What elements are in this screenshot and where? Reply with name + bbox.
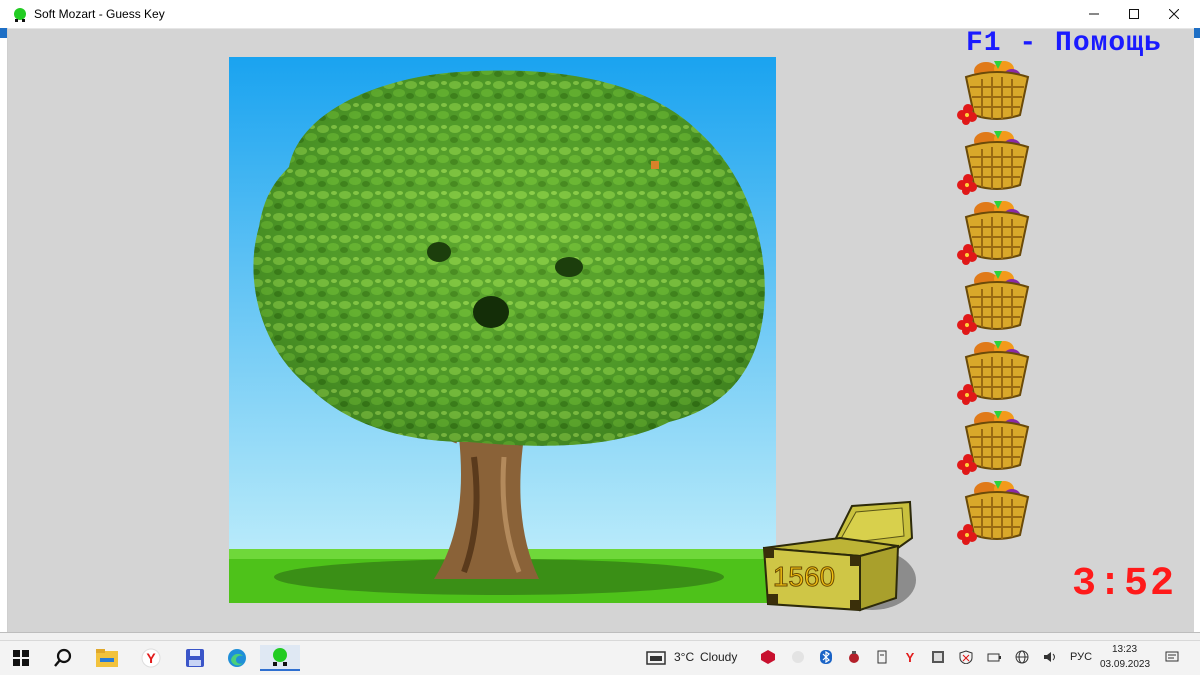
svg-text:Y: Y [146,650,156,666]
tray-antivirus[interactable] [760,649,776,665]
windows-start-icon [13,650,29,666]
fruit-basket-icon [957,411,1030,475]
notifications-button[interactable] [1164,649,1180,665]
treasure-chest [762,500,916,612]
tray-network[interactable] [1014,649,1030,665]
taskbar-soft-mozart[interactable] [260,645,300,671]
taskbar-yandex-browser[interactable]: Y [138,645,164,671]
language-indicator[interactable]: РУС [1070,651,1092,663]
weather-description[interactable]: Cloudy [700,650,737,664]
maximize-icon [1129,9,1139,19]
tray-security[interactable] [958,649,974,665]
tray-app-circle[interactable] [790,649,806,665]
cloud-weather-icon [646,651,666,665]
soft-mozart-app-icon [14,8,26,22]
countdown-timer: 3:52 [1072,562,1177,607]
battery-plug-icon [987,653,1001,662]
bluetooth-icon [820,650,832,664]
security-shield-icon [959,650,973,664]
window-title: Soft Mozart - Guess Key [34,7,165,21]
edge-browser-icon [228,649,246,667]
title-bar[interactable]: Soft Mozart - Guess Key [0,0,1200,29]
game-scene-tree[interactable] [229,57,776,603]
fruit-basket-icon [957,481,1030,545]
search-icon [54,648,72,667]
taskbar-file-explorer[interactable] [94,645,120,671]
yandex-browser-icon: Y [141,648,161,668]
close-button[interactable] [1154,0,1194,28]
fruit-basket-icon [957,271,1030,335]
fruit-basket-icon [957,131,1030,195]
background-window-edge-left [0,28,8,636]
file-explorer-icon [96,649,118,667]
minimize-button[interactable] [1074,0,1114,28]
clock-time[interactable]: 13:23 [1112,644,1137,655]
tray-yandex[interactable]: Y [902,649,918,665]
tray-window[interactable] [930,649,946,665]
shield-red-icon [761,650,775,664]
app-window: Soft Mozart - Guess Key F1 - Помощь 1560… [0,0,1200,641]
device-icon [877,650,887,664]
help-hint: F1 - Помощь [966,28,1162,59]
svg-text:Y: Y [906,650,915,664]
globe-network-icon [1015,650,1029,664]
background-window-edge-right [1194,28,1200,636]
yandex-icon: Y [906,650,915,664]
taskbar-edge-browser[interactable] [224,645,250,671]
taskbar: Y 3°C Cloudy Y РУС 13:23 03.09.2023 [0,640,1200,675]
tray-bluetooth[interactable] [818,649,834,665]
tray-app-red[interactable] [846,649,862,665]
fruit-basket-icon [957,201,1030,265]
fruit-basket-icon [957,61,1030,125]
close-icon [1169,9,1179,19]
soft-mozart-icon [273,648,287,666]
grey-circle-icon [792,651,804,663]
save-floppy-icon [186,649,204,667]
maximize-button[interactable] [1114,0,1154,28]
tray-device[interactable] [874,649,890,665]
search-button[interactable] [50,645,76,671]
score-display: 1560 [772,561,836,593]
window-icon [932,651,944,663]
speaker-volume-icon [1044,652,1055,662]
taskbar-save-app[interactable] [182,645,208,671]
fruit-basket-icon [957,341,1030,405]
weather-temperature[interactable]: 3°C [674,650,694,664]
clock-date[interactable]: 03.09.2023 [1100,659,1150,670]
minimize-icon [1089,13,1099,15]
tray-volume[interactable] [1042,649,1058,665]
tray-power[interactable] [986,649,1002,665]
start-button[interactable] [8,645,34,671]
red-app-icon [849,651,859,663]
notification-icon [1165,651,1179,662]
